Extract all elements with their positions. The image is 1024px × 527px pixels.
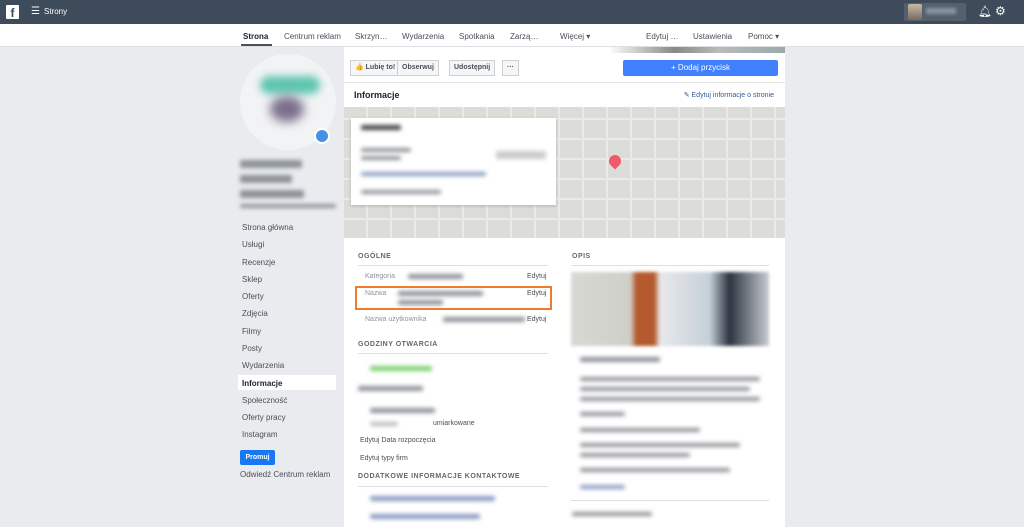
tab-edytuj[interactable]: Edytuj …	[646, 32, 678, 41]
category-label: Kategoria	[365, 273, 395, 280]
location-card	[351, 118, 556, 205]
description-photo[interactable]	[571, 272, 769, 346]
tab-spotkania[interactable]: Spotkania	[459, 32, 495, 41]
sidebar-item-recenzje[interactable]: Recenzje	[242, 258, 275, 267]
description-title: OPIS	[572, 253, 591, 260]
username-label: Nazwa użytkownika	[365, 316, 427, 323]
tab-centrum-reklam[interactable]: Centrum reklam	[284, 32, 341, 41]
page-name-blurred	[240, 190, 304, 198]
tab-pomoc[interactable]: Pomoc ▾	[748, 32, 779, 41]
map-pin-icon	[606, 152, 624, 170]
active-tab-indicator	[241, 44, 272, 46]
ads-center-link[interactable]: Odwiedź Centrum reklam	[240, 470, 330, 479]
sidebar-item-strona-glowna[interactable]: Strona główna	[242, 223, 293, 232]
general-title: OGÓLNE	[358, 253, 392, 260]
page-name-blurred	[240, 160, 302, 168]
sidebar-item-informacje[interactable]: Informacje	[238, 375, 336, 390]
edit-business-types-link[interactable]: Edytuj typy firm	[360, 455, 408, 462]
page-name-blurred	[240, 175, 292, 183]
like-button[interactable]: 👍 Lubię to!	[350, 60, 401, 76]
sidebar-item-oferty-pracy[interactable]: Oferty pracy	[242, 413, 286, 422]
hamburger-icon[interactable]: ☰	[31, 6, 40, 17]
sidebar-item-sklep[interactable]: Sklep	[242, 275, 262, 284]
edit-page-info-link[interactable]: ✎ Edytuj informacje o stronie	[684, 91, 774, 99]
sidebar-item-filmy[interactable]: Filmy	[242, 327, 261, 336]
tab-ustawienia[interactable]: Ustawienia	[693, 32, 732, 41]
page-nav: Strona Centrum reklam Skrzyn… Wydarzenia…	[0, 24, 1024, 47]
edit-username-link[interactable]: Edytuj	[527, 316, 546, 323]
promote-button[interactable]: Promuj	[240, 450, 275, 465]
tab-strona[interactable]: Strona	[243, 32, 268, 41]
more-button[interactable]: ···	[502, 60, 519, 76]
profile-button[interactable]	[904, 3, 966, 21]
edit-category-link[interactable]: Edytuj	[527, 273, 546, 280]
tab-wiecej[interactable]: Więcej ▾	[560, 32, 590, 41]
sidebar-item-spolecznosc[interactable]: Społeczność	[242, 396, 287, 405]
edit-start-date-link[interactable]: Edytuj Data rozpoczęcia	[360, 437, 435, 444]
map[interactable]	[344, 107, 785, 238]
profile-name-blurred	[926, 8, 956, 14]
sidebar-item-wydarzenia[interactable]: Wydarzenia	[242, 361, 284, 370]
bell-icon[interactable]: 🔔︎	[978, 5, 992, 18]
sidebar-item-oferty[interactable]: Oferty	[242, 292, 264, 301]
sidebar-item-uslugi[interactable]: Usługi	[242, 240, 264, 249]
sidebar-item-instagram[interactable]: Instagram	[242, 430, 278, 439]
pages-link[interactable]: Strony	[44, 7, 67, 16]
page-handle-blurred	[240, 204, 336, 208]
hours-value: umiarkowane	[433, 420, 475, 427]
tab-zarzadzaj[interactable]: Zarzą…	[510, 32, 538, 41]
tab-skrzynka[interactable]: Skrzyn…	[355, 32, 387, 41]
cover-photo[interactable]	[344, 47, 785, 53]
verified-badge-icon	[314, 128, 330, 144]
facebook-logo-icon[interactable]: f	[6, 5, 19, 20]
contact-title: DODATKOWE INFORMACJE KONTAKTOWE	[358, 473, 521, 480]
tab-wydarzenia[interactable]: Wydarzenia	[402, 32, 444, 41]
follow-button[interactable]: Obserwuj	[397, 60, 439, 76]
sidebar-item-posty[interactable]: Posty	[242, 344, 262, 353]
share-button[interactable]: Udostępnij	[449, 60, 496, 76]
top-bar: f ☰ Strony 🔔︎ ⚙	[0, 0, 1024, 24]
avatar	[908, 4, 922, 20]
hours-title: GODZINY OTWARCIA	[358, 341, 438, 348]
section-title: Informacje	[354, 90, 400, 100]
highlight-box	[355, 286, 552, 310]
gear-icon[interactable]: ⚙	[995, 4, 1006, 18]
info-header: Informacje ✎ Edytuj informacje o stronie	[344, 82, 785, 107]
sidebar-item-zdjecia[interactable]: Zdjęcia	[242, 309, 268, 318]
add-button[interactable]: + Dodaj przycisk	[623, 60, 778, 76]
